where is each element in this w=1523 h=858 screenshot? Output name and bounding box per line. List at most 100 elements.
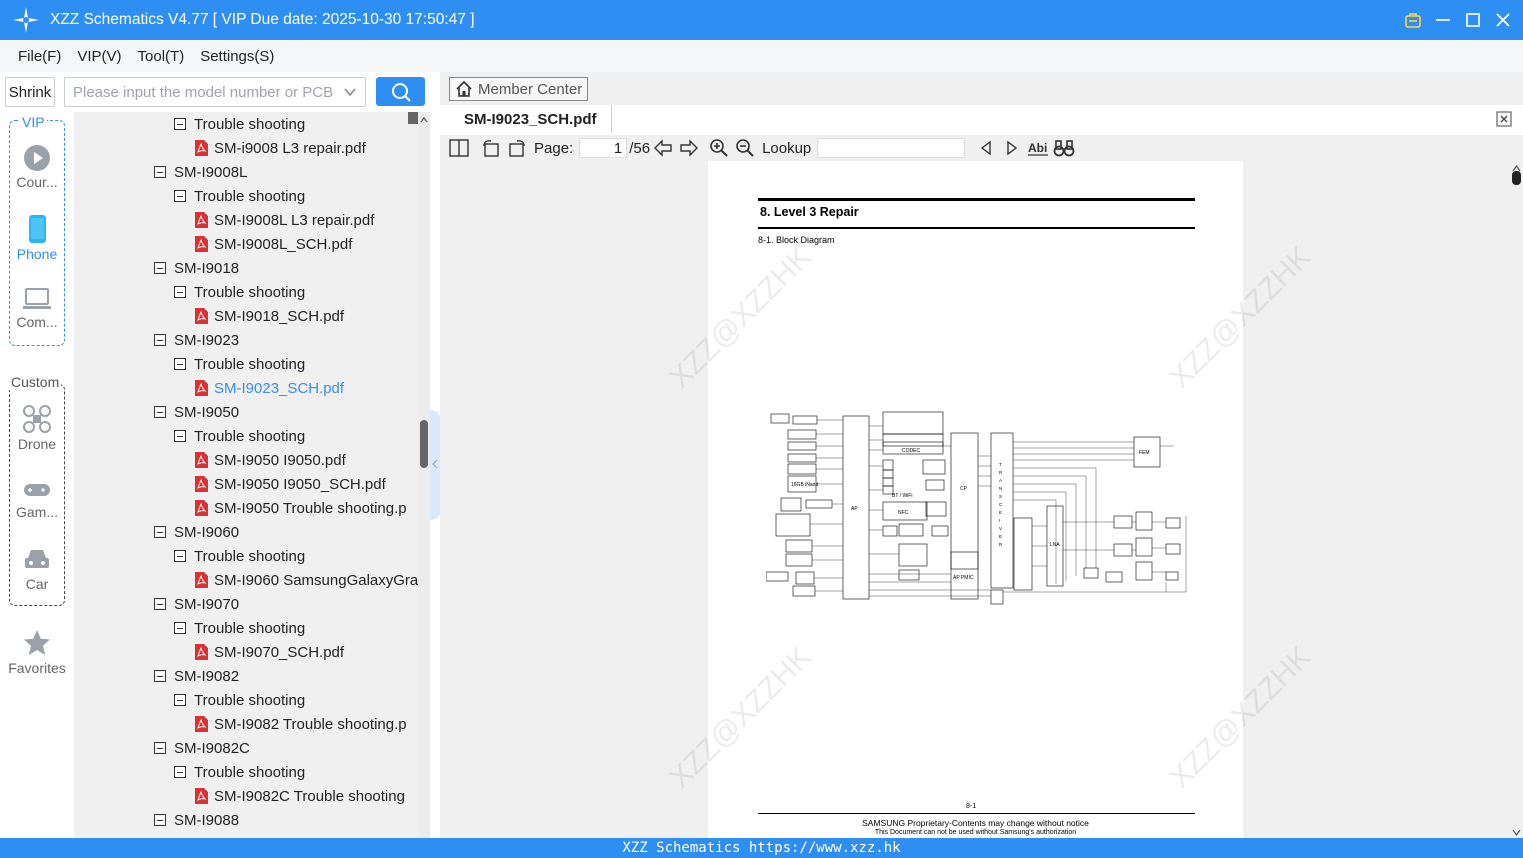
search-button[interactable] (376, 77, 425, 106)
collapse-toggle-icon[interactable] (154, 262, 166, 274)
menu-file[interactable]: File(F) (18, 48, 61, 65)
collapse-toggle-icon[interactable] (174, 550, 186, 562)
collapse-toggle-icon[interactable] (174, 358, 186, 370)
tree-folder-item[interactable]: Trouble shooting (174, 352, 305, 376)
pdf-scrollbar[interactable] (1510, 161, 1523, 838)
collapse-toggle-icon[interactable] (154, 670, 166, 682)
nav-favorites-label: Favorites (8, 660, 66, 676)
tree-file-item[interactable]: SM-i9008 L3 repair.pdf (194, 136, 366, 160)
close-button[interactable] (1493, 10, 1513, 30)
menu-settings[interactable]: Settings(S) (200, 48, 274, 65)
watermark-3: XZZ@XZZHK (663, 640, 818, 795)
lookup-input[interactable] (817, 138, 966, 158)
collapse-toggle-icon[interactable] (154, 598, 166, 610)
nav-games[interactable]: Gam... (5, 478, 69, 520)
tree-file-item[interactable]: SM-I9050 I9050.pdf (194, 448, 346, 472)
maximize-button[interactable] (1463, 10, 1483, 30)
diagram-nand-label: 16GB iNand (791, 482, 818, 488)
tree-folder-item[interactable]: Trouble shooting (174, 760, 305, 784)
tree-file-item[interactable]: SM-I9008L_SCH.pdf (194, 232, 352, 256)
collapse-toggle-icon[interactable] (174, 766, 186, 778)
collapse-toggle-icon[interactable] (154, 526, 166, 538)
document-tab[interactable]: SM-I9023_SCH.pdf (448, 105, 612, 133)
tree-folder-item[interactable]: Trouble shooting (174, 688, 305, 712)
tree-folder-item[interactable]: Trouble shooting (174, 424, 305, 448)
find-all-icon[interactable] (1053, 137, 1075, 159)
tree-folder-item[interactable]: SM-I9018 (154, 256, 239, 280)
collapse-toggle-icon[interactable] (154, 814, 166, 826)
tree-file-item[interactable]: SM-I9023_SCH.pdf (194, 376, 344, 400)
tree-file-item[interactable]: SM-I9008L L3 repair.pdf (194, 208, 374, 232)
tree-folder-item[interactable]: Trouble shooting (174, 184, 305, 208)
tree-scrollbar[interactable] (418, 112, 430, 838)
tree-folder-item[interactable]: SM-I9070 (154, 592, 239, 616)
nav-computer-label: Com... (16, 314, 58, 330)
rotate-left-icon[interactable] (480, 137, 502, 159)
scroll-up-icon[interactable] (420, 116, 428, 124)
tree-folder-item[interactable]: SM-I9088 (154, 808, 239, 832)
tree-file-item[interactable]: SM-I9082C Trouble shooting (194, 784, 405, 808)
model-search-input[interactable]: Please input the model number or PCB (64, 77, 366, 107)
nav-car[interactable]: Car (5, 546, 69, 592)
tree-scroll-thumb[interactable] (420, 420, 428, 468)
tree-file-item[interactable]: SM-I9018_SCH.pdf (194, 304, 344, 328)
collapse-toggle-icon[interactable] (174, 118, 186, 130)
collapse-toggle-icon[interactable] (174, 430, 186, 442)
collapse-toggle-icon[interactable] (174, 190, 186, 202)
nav-computer[interactable]: Com... (5, 286, 69, 330)
tree-scroll-handle-icon[interactable] (408, 112, 418, 126)
tree-folder-item[interactable]: SM-I9082 (154, 664, 239, 688)
find-prev-icon[interactable] (975, 137, 997, 159)
menu-tool[interactable]: Tool(T) (138, 48, 185, 65)
tree-file-item[interactable]: SM-I9050 I9050_SCH.pdf (194, 472, 386, 496)
nav-courses[interactable]: Cour... (5, 144, 69, 190)
match-case-icon[interactable]: Abi (1027, 137, 1049, 159)
pdf-scroll-thumb[interactable] (1512, 171, 1521, 185)
collapse-toggle-icon[interactable] (154, 742, 166, 754)
shrink-button[interactable]: Shrink (5, 77, 55, 107)
pdf-viewport[interactable]: 8. Level 3 Repair 8-1. Block Diagram XZZ… (440, 161, 1523, 838)
vip-bag-icon[interactable] (1403, 10, 1423, 30)
collapse-toggle-icon[interactable] (154, 166, 166, 178)
collapse-toggle-icon[interactable] (154, 334, 166, 346)
collapse-toggle-icon[interactable] (154, 406, 166, 418)
collapse-toggle-icon[interactable] (174, 286, 186, 298)
nav-phone[interactable]: Phone (5, 214, 69, 262)
tree-file-item[interactable]: SM-I9060 SamsungGalaxyGra (194, 568, 418, 592)
zoom-out-icon[interactable] (734, 137, 756, 159)
tree-file-item[interactable]: SM-I9050 Trouble shooting.p (194, 496, 407, 520)
diagram-ap-pmic-label: AP PMIC (953, 575, 974, 581)
pdf-scroll-down-icon[interactable] (1512, 829, 1521, 836)
tree-item-label: SM-I9008L L3 repair.pdf (214, 211, 375, 229)
tree-folder-item[interactable]: Trouble shooting (174, 280, 305, 304)
tree-folder-item[interactable]: Trouble shooting (174, 544, 305, 568)
tree-folder-item[interactable]: SM-I9082C (154, 736, 250, 760)
minimize-button[interactable] (1433, 10, 1453, 30)
tree-folder-item[interactable]: Trouble shooting (174, 616, 305, 640)
tree-file-item[interactable]: SM-I9082 Trouble shooting.p (194, 712, 407, 736)
page-number-input[interactable]: 1 (579, 138, 628, 158)
member-center-button[interactable]: Member Center (449, 77, 588, 101)
menu-vip[interactable]: VIP(V) (77, 48, 121, 65)
rotate-right-icon[interactable] (506, 137, 528, 159)
collapse-toggle-icon[interactable] (174, 694, 186, 706)
tree-item-label: Trouble shooting (194, 547, 306, 565)
tree-file-item[interactable]: SM-I9070_SCH.pdf (194, 640, 344, 664)
collapse-toggle-icon[interactable] (174, 622, 186, 634)
tree-item-label: SM-I9018 (174, 259, 240, 277)
heading-rule-top (758, 198, 1195, 201)
toggle-panel-icon[interactable] (448, 137, 470, 159)
tree-folder-item[interactable]: SM-I9023 (154, 328, 239, 352)
tree-folder-item[interactable]: SM-I9050 (154, 400, 239, 424)
tree-folder-item[interactable]: SM-I9060 (154, 520, 239, 544)
tree-folder-item[interactable]: SM-I9008L (154, 160, 247, 184)
tree-folder-item[interactable]: Trouble shooting (174, 112, 305, 136)
prev-page-icon[interactable] (652, 137, 674, 159)
chevron-down-icon[interactable] (343, 85, 357, 99)
nav-favorites[interactable]: Favorites (5, 628, 69, 676)
zoom-in-icon[interactable] (708, 137, 730, 159)
find-next-icon[interactable] (1001, 137, 1023, 159)
close-document-icon[interactable] (1495, 110, 1513, 128)
nav-drone[interactable]: Drone (5, 404, 69, 452)
next-page-icon[interactable] (678, 137, 700, 159)
